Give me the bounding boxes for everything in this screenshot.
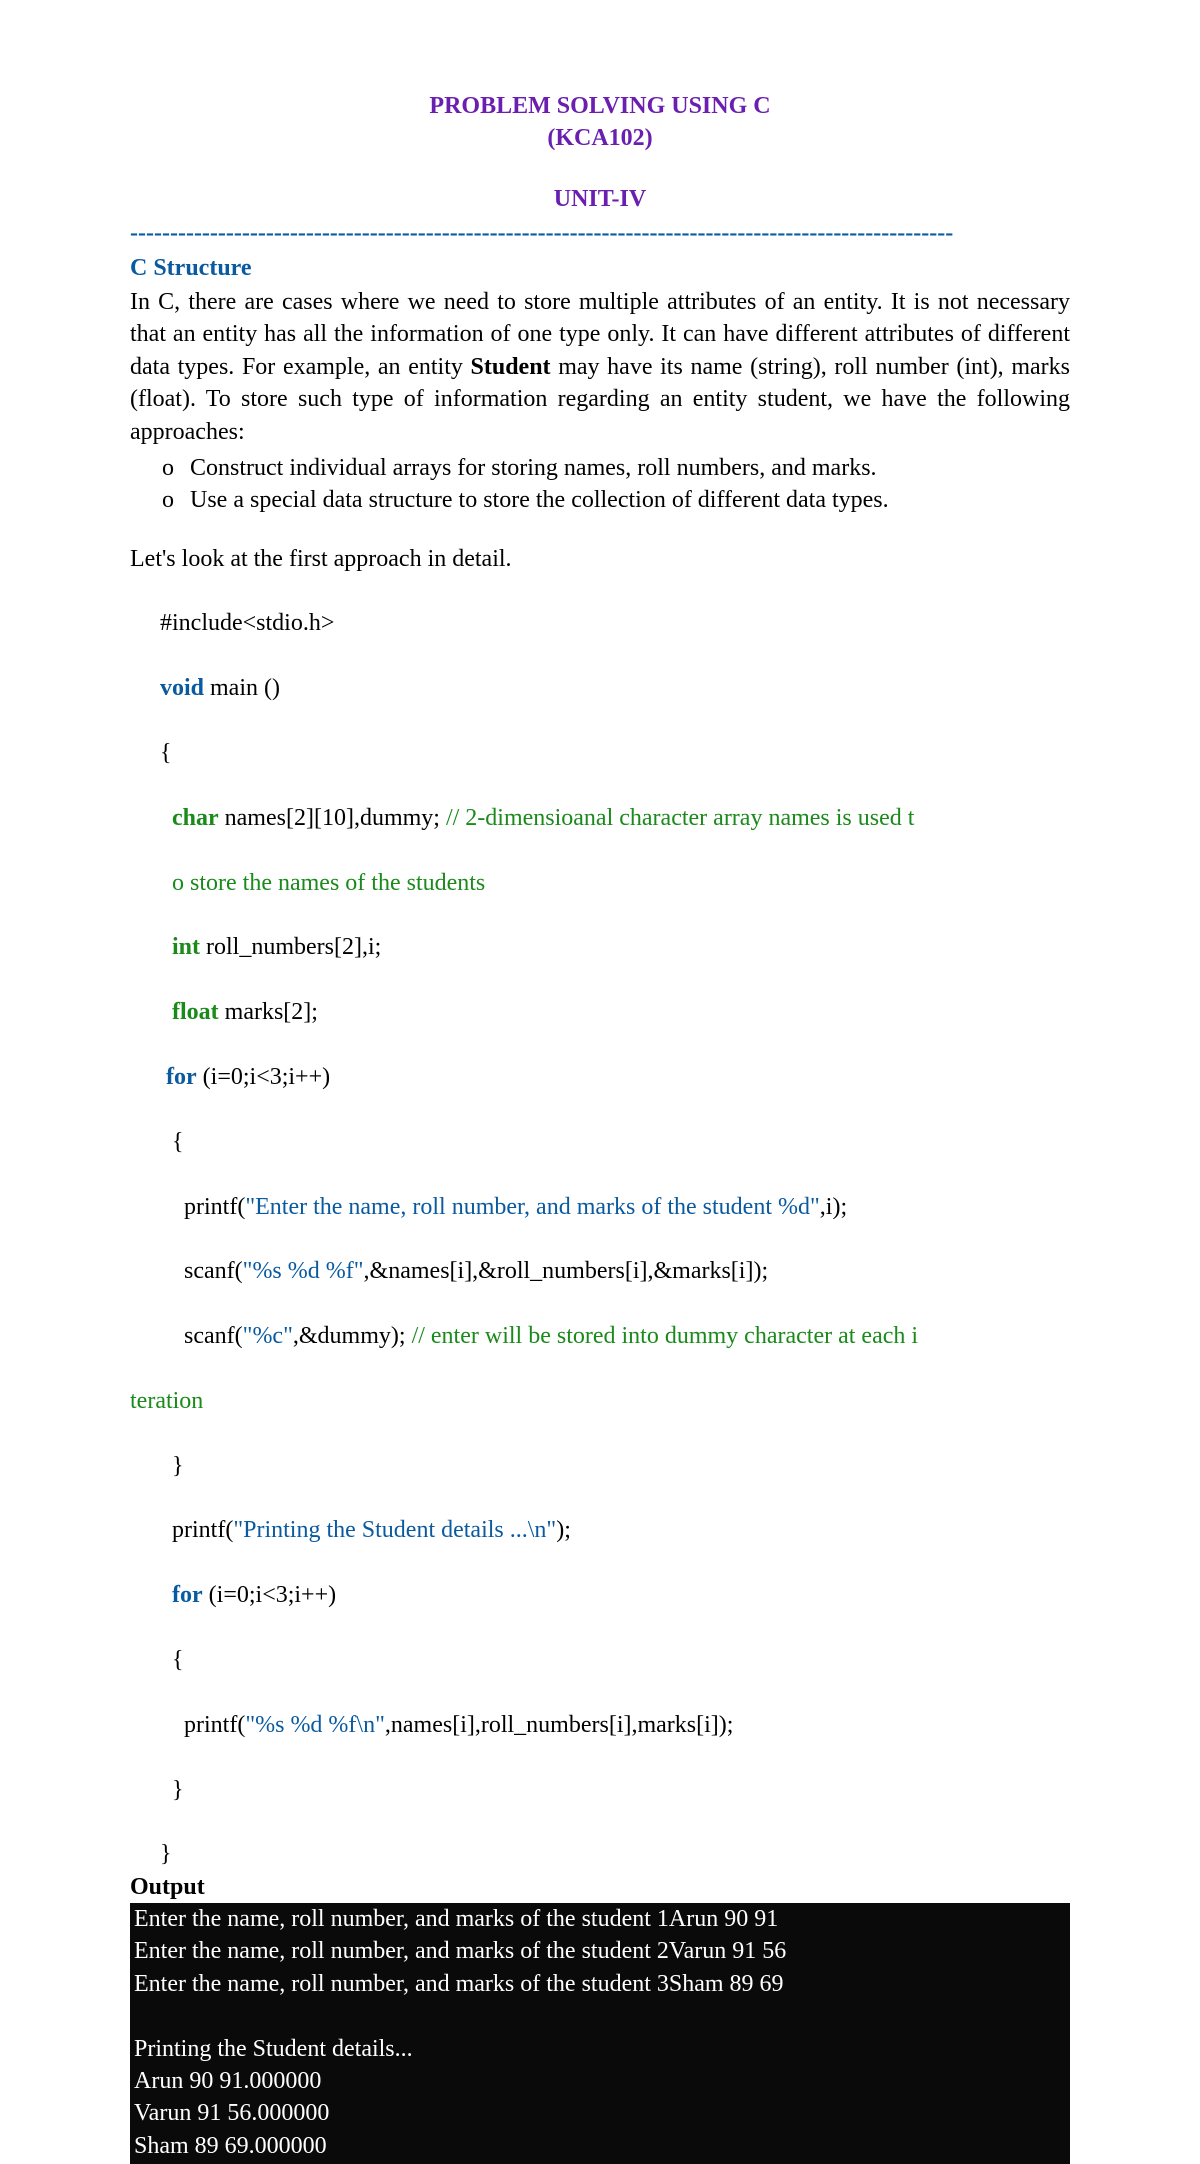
code-printf3-b: ,names[i],roll_numbers[i],marks[i]); (385, 1712, 734, 1738)
code-line-brace-open2: { (130, 1126, 1070, 1158)
code-scanf2-b: ,&dummy); (293, 1323, 412, 1349)
kw-void: void (160, 675, 204, 701)
code-main-rest: main () (204, 675, 280, 701)
code-line-main: void main () (130, 672, 1070, 704)
code-cmt-2b: teration (130, 1385, 1070, 1417)
kw-char: char (172, 805, 219, 831)
code-printf3-str: "%s %d %f\n" (245, 1712, 385, 1738)
code-line-for2: for (i=0;i<3;i++) (130, 1579, 1070, 1611)
approach-item-2: Use a special data structure to store th… (190, 484, 1070, 516)
code-block: #include<stdio.h> void main () { char na… (130, 575, 1070, 1871)
output-console: Enter the name, roll number, and marks o… (130, 1903, 1070, 2164)
code-printf1-b: ,i); (820, 1194, 847, 1220)
kw-for-1: for (166, 1064, 197, 1090)
code-scanf1-str: "%s %d %f" (243, 1258, 364, 1284)
section-heading: C Structure (130, 252, 1070, 284)
code-printf1-str: "Enter the name, roll number, and marks … (245, 1194, 819, 1220)
code-cmt-2a: // enter will be stored into dummy chara… (412, 1323, 918, 1349)
divider-line: ----------------------------------------… (130, 217, 1070, 249)
code-line-float: float marks[2]; (130, 996, 1070, 1028)
approaches-list: Construct individual arrays for storing … (130, 452, 1070, 517)
code-cmt-1a: // 2-dimensioanal character array names … (446, 805, 914, 831)
code-line-for1: for (i=0;i<3;i++) (130, 1061, 1070, 1093)
code-int-rest: roll_numbers[2],i; (200, 934, 381, 960)
code-line-brace-close1: } (130, 1838, 1070, 1870)
code-scanf2-a: scanf( (184, 1323, 243, 1349)
code-line-printf3: printf("%s %d %f\n",names[i],roll_number… (130, 1709, 1070, 1741)
code-printf1-a: printf( (184, 1194, 245, 1220)
code-cmt-1b: o store the names of the students (130, 867, 1070, 899)
code-line-int: int roll_numbers[2],i; (130, 931, 1070, 963)
code-scanf1-a: scanf( (184, 1258, 243, 1284)
approach-item-1: Construct individual arrays for storing … (190, 452, 1070, 484)
intro-paragraph: In C, there are cases where we need to s… (130, 286, 1070, 448)
code-line-brace-open3: { (130, 1644, 1070, 1676)
kw-for-2: for (172, 1582, 203, 1608)
code-line-printf2: printf("Printing the Student details ...… (130, 1514, 1070, 1546)
code-line-scanf2: scanf("%c",&dummy); // enter will be sto… (130, 1320, 1070, 1352)
code-printf2-a: printf( (172, 1517, 233, 1543)
course-code: (KCA102) (130, 122, 1070, 154)
code-line-char: char names[2][10],dummy; // 2-dimensioan… (130, 802, 1070, 834)
document-page: PROBLEM SOLVING USING C (KCA102) UNIT-IV… (0, 0, 1200, 1698)
unit-heading: UNIT-IV (130, 183, 1070, 215)
code-line-brace-close2: } (130, 1450, 1070, 1482)
code-line-scanf1: scanf("%s %d %f",&names[i],&roll_numbers… (130, 1255, 1070, 1287)
code-for1-rest: (i=0;i<3;i++) (197, 1064, 330, 1090)
code-char-rest: names[2][10],dummy; (219, 805, 446, 831)
code-float-rest: marks[2]; (219, 999, 318, 1025)
code-line-brace-open: { (130, 737, 1070, 769)
code-line-include: #include<stdio.h> (130, 607, 1070, 639)
kw-int: int (172, 934, 200, 960)
code-printf3-a: printf( (184, 1712, 245, 1738)
code-scanf2-str: "%c" (243, 1323, 293, 1349)
code-scanf1-b: ,&names[i],&roll_numbers[i],&marks[i]); (364, 1258, 769, 1284)
code-for2-rest: (i=0;i<3;i++) (203, 1582, 336, 1608)
output-label: Output (130, 1871, 1070, 1903)
code-printf2-b: ); (556, 1517, 571, 1543)
intro-bold-student: Student (471, 354, 551, 380)
code-line-printf1: printf("Enter the name, roll number, and… (130, 1191, 1070, 1223)
code-line-brace-close3: } (130, 1774, 1070, 1806)
kw-float: float (172, 999, 219, 1025)
doc-title: PROBLEM SOLVING USING C (130, 90, 1070, 122)
lead-in-text: Let's look at the first approach in deta… (130, 543, 1070, 575)
code-printf2-str: "Printing the Student details ...\n" (233, 1517, 556, 1543)
